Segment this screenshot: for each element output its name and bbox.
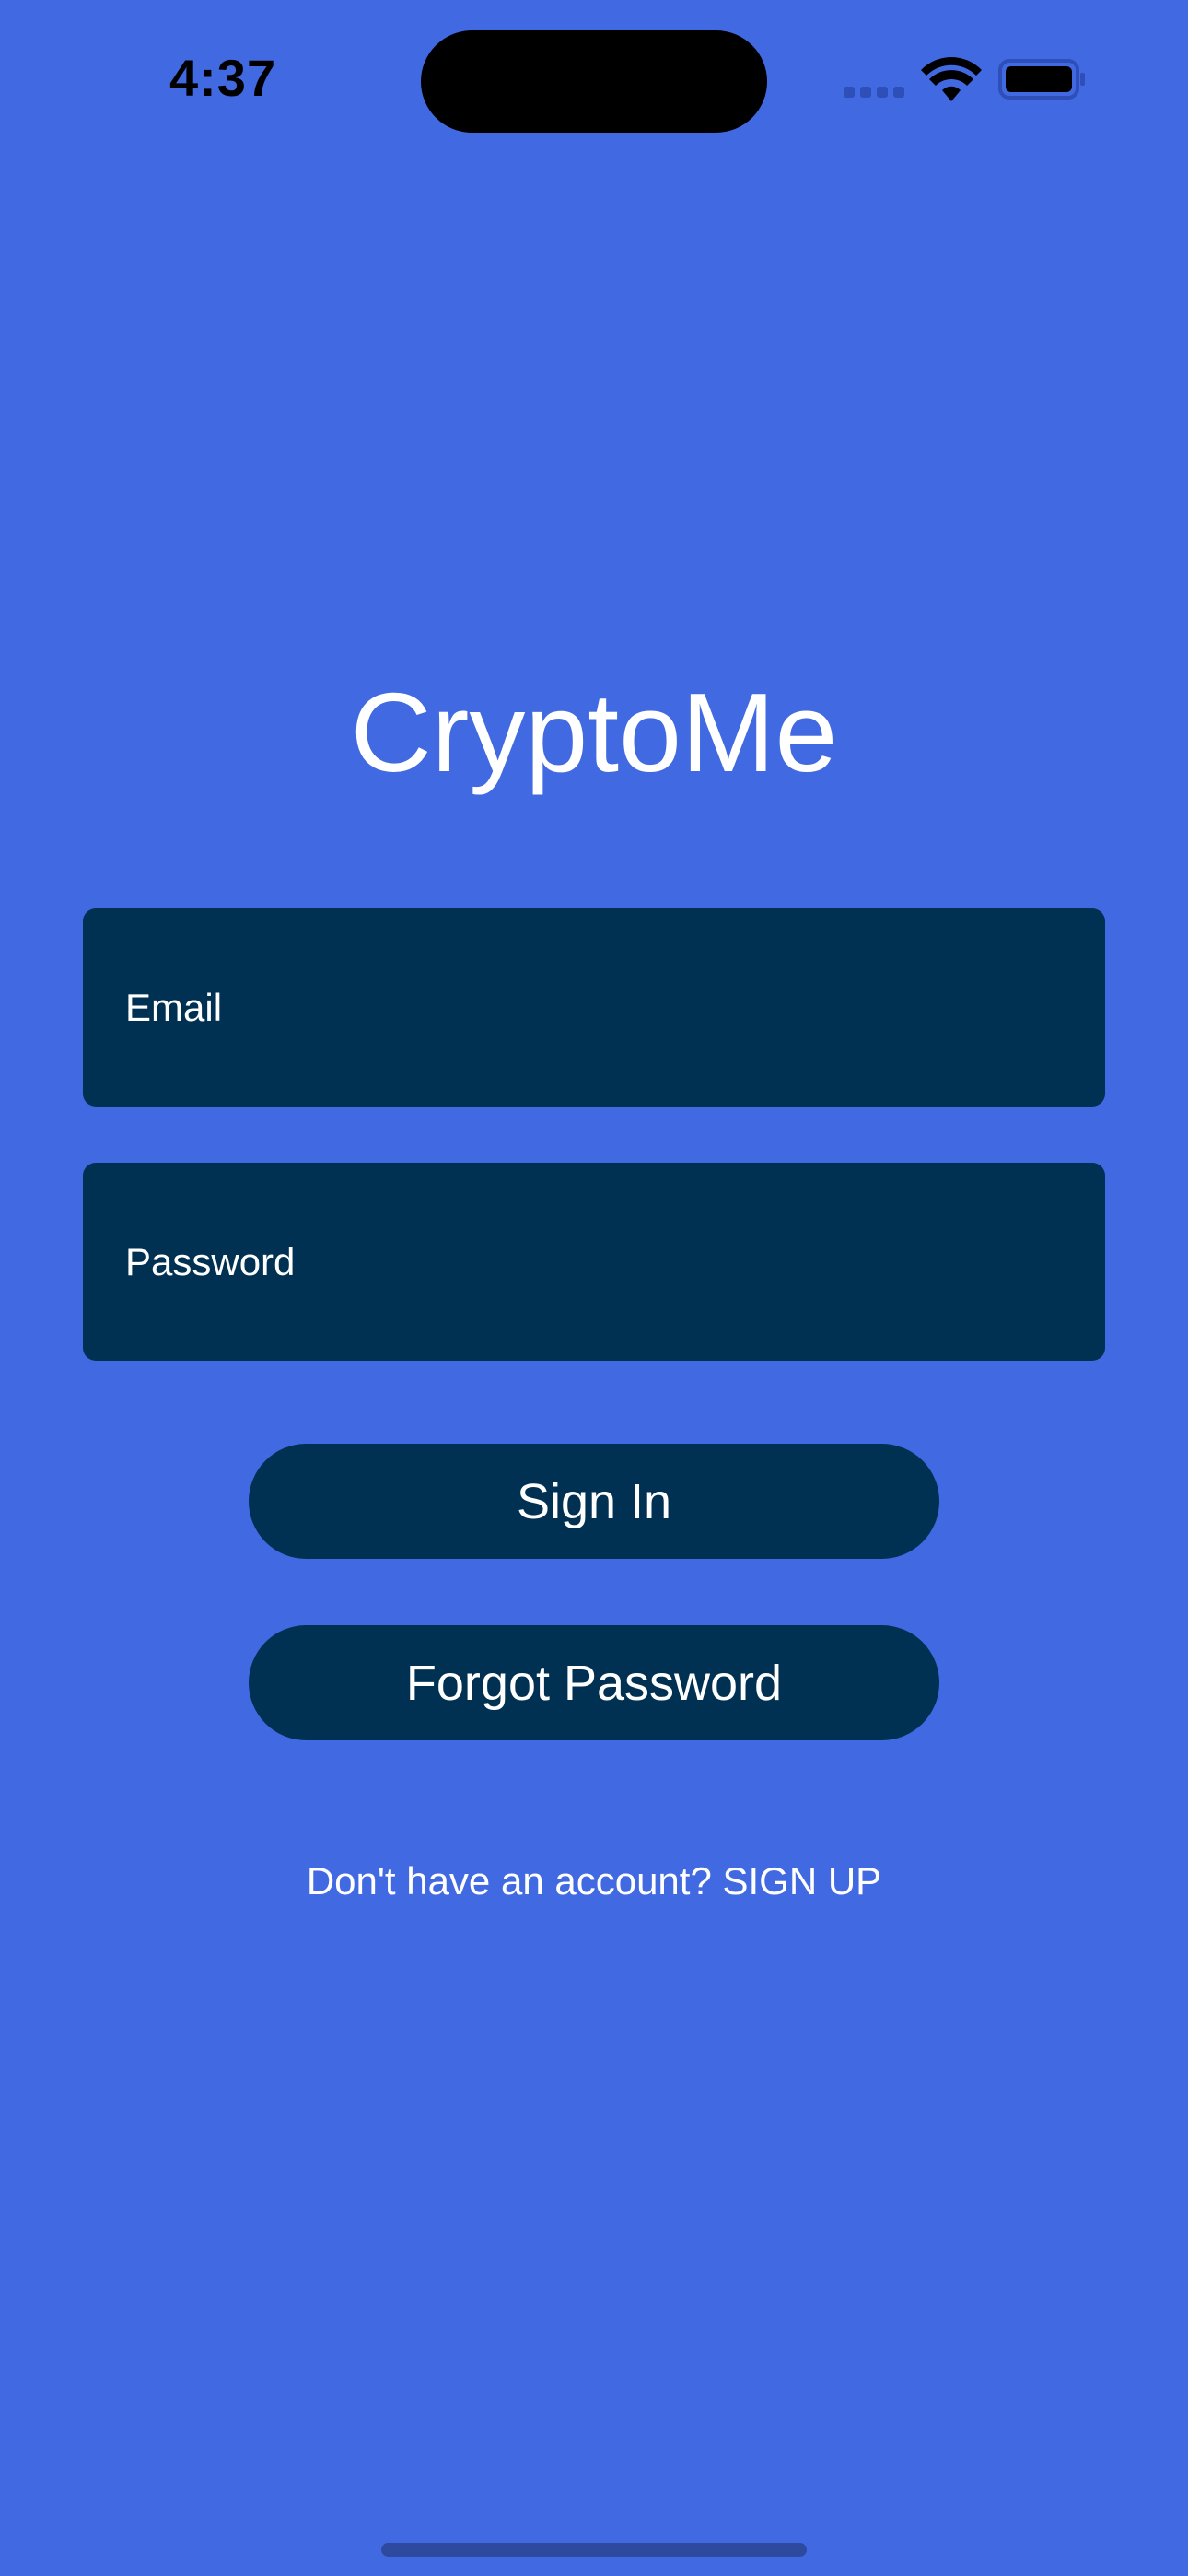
battery-icon — [998, 59, 1085, 100]
sign-in-button[interactable]: Sign In — [249, 1444, 939, 1559]
password-field[interactable]: Password — [83, 1163, 1105, 1361]
password-placeholder: Password — [125, 1239, 296, 1283]
home-indicator[interactable] — [381, 2543, 807, 2557]
status-time: 4:37 — [169, 49, 277, 107]
login-screen: 4:37 CryptoMe Email Password Sign In For… — [0, 0, 1188, 2576]
app-title: CryptoMe — [350, 670, 838, 795]
email-field[interactable]: Email — [83, 908, 1105, 1107]
wifi-icon — [921, 57, 982, 101]
sign-up-link[interactable]: Don't have an account? SIGN UP — [0, 1859, 1188, 1903]
forgot-password-button[interactable]: Forgot Password — [249, 1625, 939, 1740]
cellular-signal-icon — [844, 87, 904, 98]
email-placeholder: Email — [125, 985, 223, 1029]
dynamic-island — [421, 30, 767, 133]
